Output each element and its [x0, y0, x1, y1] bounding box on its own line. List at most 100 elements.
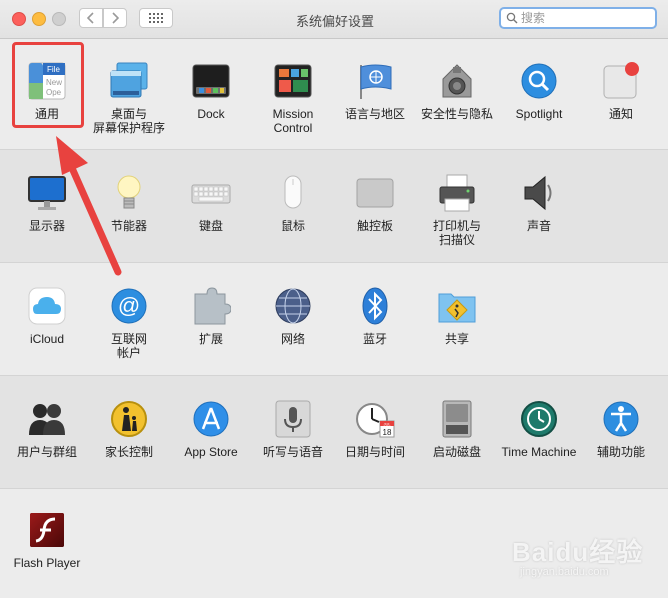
svg-text:18: 18 — [383, 428, 392, 437]
notifications-icon — [601, 61, 641, 101]
back-button[interactable] — [79, 8, 103, 28]
app-store-icon — [191, 399, 231, 439]
pane-label: 启动磁盘 — [432, 445, 481, 459]
close-button[interactable] — [12, 12, 26, 26]
pane-startup-disk[interactable]: 启动磁盘 — [416, 399, 498, 459]
chevron-left-icon — [87, 12, 94, 24]
accessibility-icon — [601, 399, 641, 439]
pane-displays[interactable]: 显示器 — [6, 173, 88, 233]
pane-label: 打印机与 扫描仪 — [432, 219, 481, 247]
flash-player-icon — [27, 510, 67, 550]
keyboard-icon — [191, 173, 231, 213]
time-machine-icon — [519, 399, 559, 439]
pane-label: 语言与地区 — [344, 107, 405, 121]
pane-internet-accounts[interactable]: @ 互联网 帐户 — [88, 286, 170, 360]
mission-control-icon — [273, 61, 313, 101]
pane-label: 蓝牙 — [362, 332, 387, 346]
pane-label: 辅助功能 — [596, 445, 645, 459]
bluetooth-icon — [355, 286, 395, 326]
pane-trackpad[interactable]: 触控板 — [334, 173, 416, 233]
printer-icon — [437, 173, 477, 213]
pane-label: 家长控制 — [104, 445, 153, 459]
pane-flash-player[interactable]: Flash Player — [6, 510, 88, 570]
date-time-icon: JUL 18 — [355, 399, 395, 439]
svg-text:@: @ — [118, 293, 140, 318]
pane-extensions[interactable]: 扩展 — [170, 286, 252, 346]
mouse-icon — [273, 173, 313, 213]
pane-label: iCloud — [29, 332, 65, 346]
internet-accounts-icon: @ — [109, 286, 149, 326]
dictation-speech-icon — [273, 399, 313, 439]
pane-date-time[interactable]: JUL 18 日期与时间 — [334, 399, 416, 459]
pane-label: Flash Player — [13, 556, 81, 570]
startup-disk-icon — [437, 399, 477, 439]
watermark-sub: jingyan.baidu.com — [520, 566, 609, 578]
pane-label: 日期与时间 — [344, 445, 405, 459]
forward-button[interactable] — [103, 8, 127, 28]
pane-users-groups[interactable]: 用户与群组 — [6, 399, 88, 459]
pane-notifications[interactable]: 通知 — [580, 61, 662, 121]
pane-label: 鼠标 — [280, 219, 305, 233]
spotlight-icon — [519, 61, 559, 101]
pane-label: 听写与语音 — [262, 445, 323, 459]
pane-dock[interactable]: Dock — [170, 61, 252, 121]
icloud-icon — [27, 286, 67, 326]
pane-label: 安全性与隐私 — [420, 107, 493, 121]
pane-bluetooth[interactable]: 蓝牙 — [334, 286, 416, 346]
pane-parental-controls[interactable]: 家长控制 — [88, 399, 170, 459]
pane-label: App Store — [184, 445, 238, 459]
pane-label: 显示器 — [28, 219, 65, 233]
pane-mission-control[interactable]: Mission Control — [252, 61, 334, 135]
users-groups-icon — [27, 399, 67, 439]
title-bar: 系统偏好设置 — [0, 0, 668, 39]
desktop-screensaver-icon — [109, 61, 149, 101]
pane-desktop-screensaver[interactable]: 桌面与 屏幕保护程序 — [88, 61, 170, 135]
dock-icon — [191, 61, 231, 101]
pane-energy-saver[interactable]: 节能器 — [88, 173, 170, 233]
pane-label: 通知 — [608, 107, 633, 121]
energy-saver-icon — [109, 173, 149, 213]
pane-label: 触控板 — [356, 219, 393, 233]
highlight-box — [12, 42, 84, 128]
pane-label: 声音 — [526, 219, 551, 233]
watermark: Baidu经验 jingyan.baidu.com — [500, 522, 660, 592]
network-icon — [273, 286, 313, 326]
pane-app-store[interactable]: App Store — [170, 399, 252, 459]
security-privacy-icon — [437, 61, 477, 101]
pane-security-privacy[interactable]: 安全性与隐私 — [416, 61, 498, 121]
pane-icloud[interactable]: iCloud — [6, 286, 88, 346]
pane-time-machine[interactable]: Time Machine — [498, 399, 580, 459]
extensions-icon — [191, 286, 232, 326]
grid-icon — [149, 13, 163, 23]
pane-sound[interactable]: 声音 — [498, 173, 580, 233]
search-input[interactable] — [521, 10, 649, 26]
pane-label: 用户与群组 — [16, 445, 77, 459]
window-title: 系统偏好设置 — [295, 14, 374, 29]
language-region-icon — [355, 61, 395, 101]
pane-accessibility[interactable]: 辅助功能 — [580, 399, 662, 459]
pane-printers-scanners[interactable]: 打印机与 扫描仪 — [416, 173, 498, 247]
watermark-main: Baidu经验 — [512, 537, 644, 567]
zoom-button[interactable] — [52, 12, 66, 26]
pane-label: Spotlight — [515, 107, 563, 121]
pane-network[interactable]: 网络 — [252, 286, 334, 346]
trackpad-icon — [355, 173, 395, 213]
show-all-button[interactable] — [139, 8, 173, 28]
pane-label: 网络 — [280, 332, 305, 346]
pane-label: 键盘 — [198, 219, 223, 233]
pane-label: 桌面与 屏幕保护程序 — [92, 107, 165, 135]
minimize-button[interactable] — [32, 12, 46, 26]
pane-label: 共享 — [444, 332, 469, 346]
search-field[interactable] — [499, 7, 657, 29]
pane-label: 节能器 — [110, 219, 147, 233]
pane-keyboard[interactable]: 键盘 — [170, 173, 252, 233]
pane-label: Mission Control — [272, 107, 314, 135]
pane-dictation-speech[interactable]: 听写与语音 — [252, 399, 334, 459]
pane-sharing[interactable]: 共享 — [416, 286, 498, 346]
pane-spotlight[interactable]: Spotlight — [498, 61, 580, 121]
search-icon — [506, 12, 518, 24]
sound-icon — [519, 173, 559, 213]
pane-mouse[interactable]: 鼠标 — [252, 173, 334, 233]
parental-controls-icon — [109, 399, 149, 439]
pane-language-region[interactable]: 语言与地区 — [334, 61, 416, 121]
